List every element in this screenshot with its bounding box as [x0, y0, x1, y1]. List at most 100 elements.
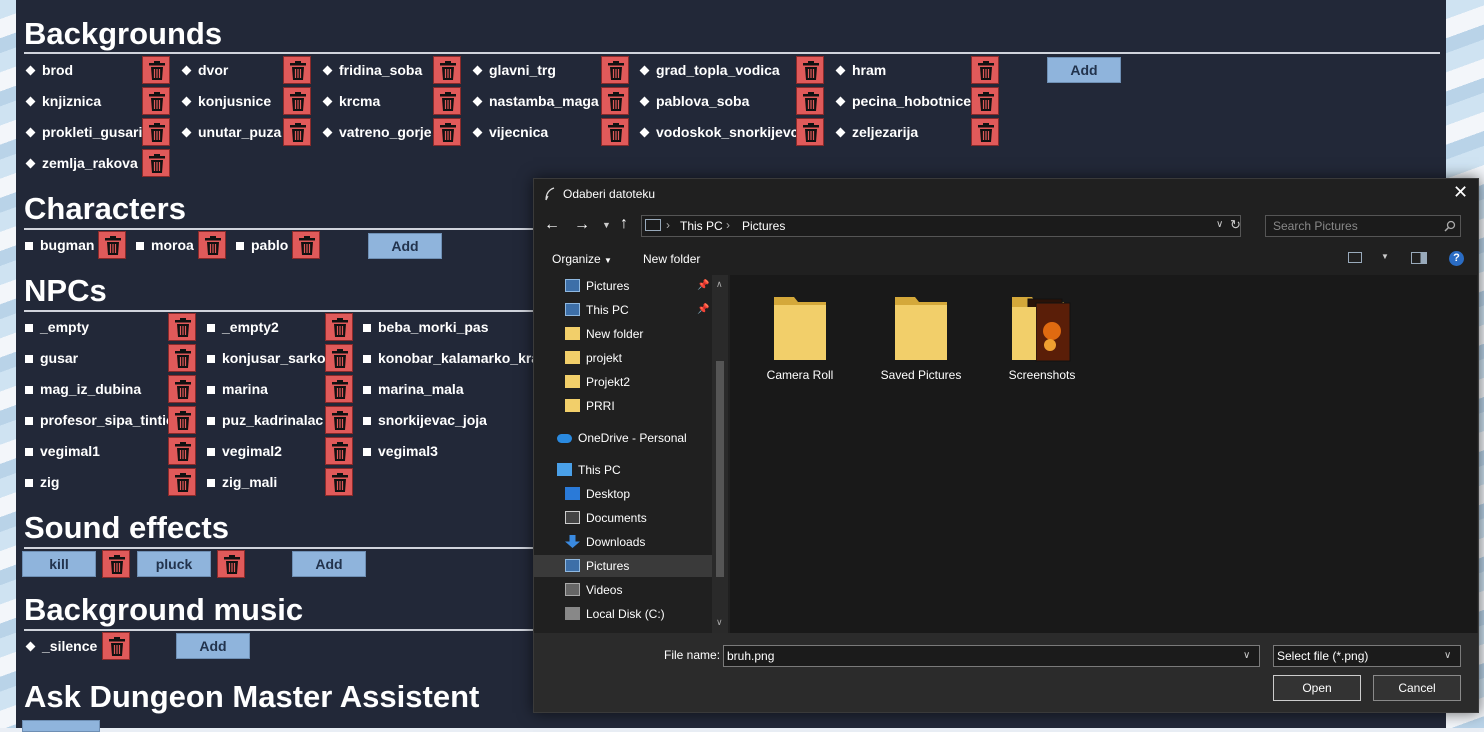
backgrounds-delete-button[interactable] — [971, 118, 999, 146]
backgrounds-delete-button[interactable] — [433, 56, 461, 84]
npcs-item-puz-kadrinalac[interactable]: puz_kadrinalac — [206, 406, 323, 434]
refresh-icon[interactable]: ↻ — [1230, 217, 1241, 233]
npcs-delete-button[interactable] — [168, 437, 196, 465]
backgrounds-item-vatreno-gorje[interactable]: vatreno_gorje — [321, 118, 432, 146]
nav-item-this-pc[interactable]: This PC 📌 — [534, 299, 712, 321]
address-dropdown-chevron-icon[interactable]: ∨ — [1216, 219, 1223, 230]
characters-add-button[interactable]: Add — [368, 233, 442, 259]
nav-item-prri[interactable]: PRRI — [534, 395, 712, 417]
backgrounds-delete-button[interactable] — [796, 118, 824, 146]
nav-item-desktop[interactable]: Desktop — [534, 483, 712, 505]
backgrounds-delete-button[interactable] — [283, 56, 311, 84]
sound-pluck-button[interactable]: pluck — [137, 551, 211, 577]
nav-item-projekt2[interactable]: Projekt2 — [534, 371, 712, 393]
backgrounds-delete-button[interactable] — [433, 87, 461, 115]
npcs-item-marina-mala[interactable]: marina_mala — [362, 375, 464, 403]
npcs-delete-button[interactable] — [325, 468, 353, 496]
nav-item-onedrive[interactable]: OneDrive - Personal — [534, 427, 712, 449]
backgrounds-delete-button[interactable] — [283, 118, 311, 146]
backgrounds-delete-button[interactable] — [601, 56, 629, 84]
nav-item-local-disk-c[interactable]: Local Disk (C:) — [534, 603, 712, 625]
backgrounds-delete-button[interactable] — [971, 56, 999, 84]
npcs-delete-button[interactable] — [168, 344, 196, 372]
background-music-add-button[interactable]: Add — [176, 633, 250, 659]
backgrounds-item-grad-topla-vodica[interactable]: grad_topla_vodica — [638, 56, 780, 84]
new-folder-button[interactable]: New folder — [643, 252, 700, 266]
nav-item-projekt[interactable]: projekt — [534, 347, 712, 369]
characters-item-moroa[interactable]: moroa — [135, 231, 194, 259]
nav-item-videos[interactable]: Videos — [534, 579, 712, 601]
npcs-delete-button[interactable] — [168, 375, 196, 403]
npcs-item-marina[interactable]: marina — [206, 375, 268, 403]
nav-item-downloads[interactable]: Downloads — [534, 531, 712, 553]
npcs-item-zig[interactable]: zig — [24, 468, 59, 496]
backgrounds-delete-button[interactable] — [283, 87, 311, 115]
nav-item-pictures[interactable]: Pictures 📌 — [534, 275, 712, 297]
view-chevron-icon[interactable]: ▼ — [1381, 252, 1389, 261]
folder-screenshots[interactable]: Screenshots — [987, 293, 1097, 382]
backgrounds-item-brod[interactable]: brod — [24, 56, 73, 84]
music-silence-delete-button[interactable] — [102, 632, 130, 660]
nav-scrollbar-thumb[interactable] — [716, 361, 724, 577]
npcs-item-empty2[interactable]: _empty2 — [206, 313, 279, 341]
preview-pane-icon[interactable] — [1411, 252, 1427, 264]
characters-delete-button[interactable] — [198, 231, 226, 259]
help-icon[interactable]: ? — [1449, 251, 1464, 266]
npcs-item-beba-morki-pas[interactable]: beba_morki_pas — [362, 313, 489, 341]
open-button[interactable]: Open — [1273, 675, 1361, 701]
breadcrumb-pictures[interactable]: Pictures — [742, 219, 785, 233]
backgrounds-item-dvor[interactable]: dvor — [180, 56, 228, 84]
npcs-item-vegimal3[interactable]: vegimal3 — [362, 437, 438, 465]
backgrounds-delete-button[interactable] — [796, 56, 824, 84]
npcs-item-gusar[interactable]: gusar — [24, 344, 78, 372]
backgrounds-delete-button[interactable] — [433, 118, 461, 146]
backgrounds-delete-button[interactable] — [142, 87, 170, 115]
backgrounds-delete-button[interactable] — [142, 118, 170, 146]
close-icon[interactable]: ✕ — [1453, 183, 1468, 201]
backgrounds-delete-button[interactable] — [971, 87, 999, 115]
backgrounds-add-button[interactable]: Add — [1047, 57, 1121, 83]
backgrounds-delete-button[interactable] — [601, 87, 629, 115]
backgrounds-item-konjusnice[interactable]: konjusnice — [180, 87, 271, 115]
nav-scrollbar[interactable]: ∧ ∨ — [712, 275, 728, 633]
backgrounds-item-hram[interactable]: hram — [834, 56, 886, 84]
backgrounds-item-fridina-soba[interactable]: fridina_soba — [321, 56, 422, 84]
cancel-button[interactable]: Cancel — [1373, 675, 1461, 701]
organize-menu[interactable]: Organize ▼ — [552, 252, 612, 266]
backgrounds-item-pecina-hobotnice[interactable]: pecina_hobotnice — [834, 87, 971, 115]
scroll-down-icon[interactable]: ∨ — [716, 617, 723, 628]
backgrounds-item-glavni-trg[interactable]: glavni_trg — [471, 56, 556, 84]
back-arrow-icon[interactable]: ← — [544, 217, 560, 233]
nav-item-new-folder[interactable]: New folder — [534, 323, 712, 345]
backgrounds-delete-button[interactable] — [142, 56, 170, 84]
npcs-delete-button[interactable] — [168, 468, 196, 496]
view-options-icon[interactable] — [1348, 252, 1362, 263]
backgrounds-item-knjiznica[interactable]: knjiznica — [24, 87, 101, 115]
folder-saved-pictures[interactable]: Saved Pictures — [866, 293, 976, 382]
backgrounds-item-pablova-soba[interactable]: pablova_soba — [638, 87, 749, 115]
npcs-item-zig-mali[interactable]: zig_mali — [206, 468, 277, 496]
npcs-delete-button[interactable] — [325, 437, 353, 465]
nav-item-documents[interactable]: Documents — [534, 507, 712, 529]
npcs-delete-button[interactable] — [168, 406, 196, 434]
characters-item-bugman[interactable]: bugman — [24, 231, 94, 259]
characters-delete-button[interactable] — [98, 231, 126, 259]
file-name-input[interactable]: bruh.png ∨ — [723, 645, 1260, 667]
npcs-item-mag-iz-dubina[interactable]: mag_iz_dubina — [24, 375, 141, 403]
backgrounds-item-unutar-puza[interactable]: unutar_puza — [180, 118, 281, 146]
nav-item-pictures[interactable]: Pictures — [534, 555, 712, 577]
backgrounds-delete-button[interactable] — [142, 149, 170, 177]
backgrounds-item-vijecnica[interactable]: vijecnica — [471, 118, 548, 146]
recent-chevron-icon[interactable]: ▼ — [602, 220, 611, 230]
scroll-up-icon[interactable]: ∧ — [716, 279, 723, 290]
npcs-item-snorkijevac-joja[interactable]: snorkijevac_joja — [362, 406, 487, 434]
characters-item-pablo[interactable]: pablo — [235, 231, 288, 259]
backgrounds-delete-button[interactable] — [601, 118, 629, 146]
npcs-item-vegimal1[interactable]: vegimal1 — [24, 437, 100, 465]
backgrounds-item-zemlja-rakova[interactable]: zemlja_rakova — [24, 149, 138, 177]
npcs-delete-button[interactable] — [168, 313, 196, 341]
npcs-item-konjusar-sarko[interactable]: konjusar_sarko — [206, 344, 326, 372]
assistant-button-partial[interactable] — [22, 720, 100, 732]
backgrounds-item-krcma[interactable]: krcma — [321, 87, 380, 115]
npcs-delete-button[interactable] — [325, 344, 353, 372]
